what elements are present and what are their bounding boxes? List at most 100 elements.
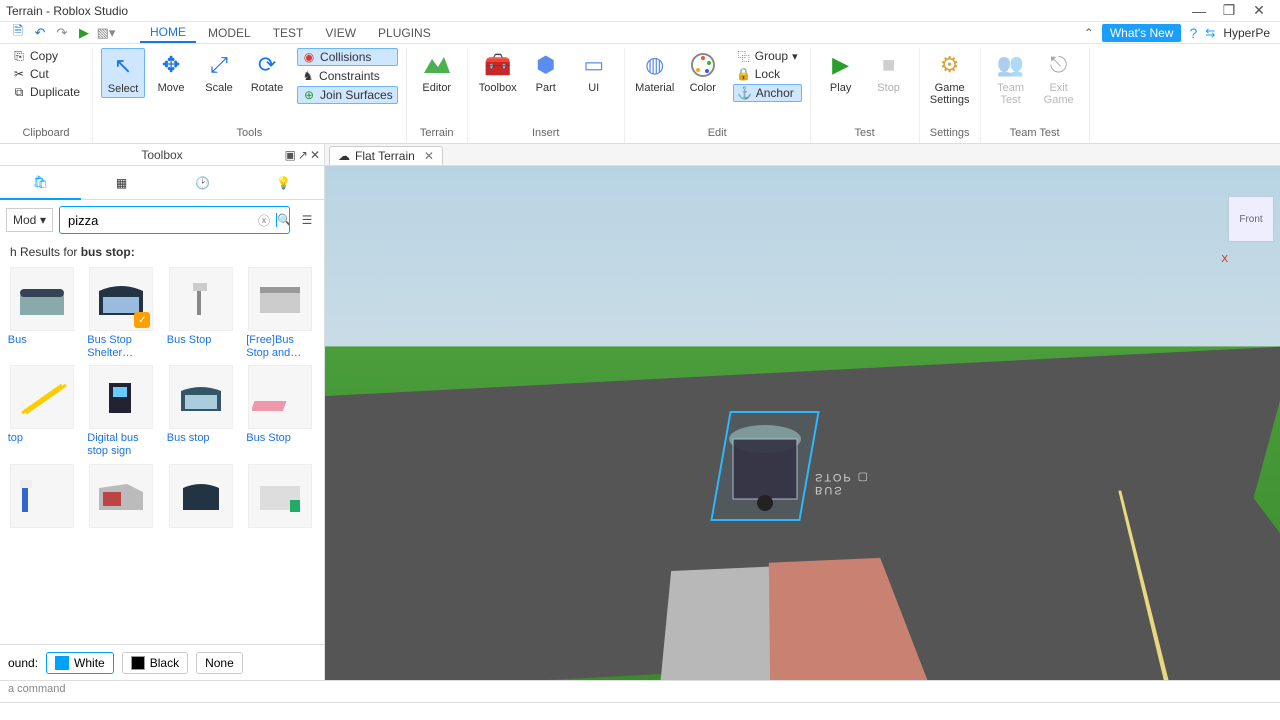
item-label: Digital bus stop sign [87,432,155,457]
play-icon[interactable]: ▶ [76,25,92,41]
group-icon: ⿻ [737,49,751,63]
command-bar[interactable]: a command [0,680,1280,702]
help-icon[interactable]: ? [1189,25,1197,41]
endorsed-badge-icon: ✓ [134,312,150,328]
group-edit: ◍Material Color ⿻Group ▾ 🔒Lock ⚓Anchor E… [625,48,811,143]
results-heading: h Results for bus stop: [0,240,324,263]
minimize-button[interactable]: — [1184,3,1214,19]
panel-title: Toolbox ▣ ↗ ✕ [0,144,324,166]
toolbox-item[interactable]: top [4,365,80,457]
part-dropdown-icon[interactable]: ▧▾ [98,25,114,41]
document-tab[interactable]: ☁ Flat Terrain ✕ [329,146,443,165]
cloud-icon: ☁ [338,149,350,163]
category-dropdown[interactable]: Models▾ [6,208,53,232]
stop-icon: ■ [874,50,904,80]
panel-dock-icon[interactable]: ▣ [285,148,296,162]
chevron-down-icon: ▾ [40,213,46,227]
part-button[interactable]: ⬢Part [524,48,568,96]
tab-model[interactable]: MODEL [198,24,261,42]
window-title: Terrain - Roblox Studio [6,4,128,18]
scale-button[interactable]: ⤢Scale [197,48,241,96]
tab-inventory[interactable]: ▦ [81,166,162,200]
bg-black[interactable]: Black [122,652,188,674]
toolbox-item[interactable]: Bus [4,267,80,359]
search-icon: 🔍 [277,213,290,227]
search-input[interactable] [60,213,252,228]
duplicate-button[interactable]: ⧉Duplicate [8,84,84,100]
toolbox-item[interactable] [4,464,80,531]
copy-button[interactable]: ⎘Copy [8,48,84,64]
search-button[interactable]: 🔍 [276,213,290,227]
material-button[interactable]: ◍Material [633,48,677,96]
terrain-editor-button[interactable]: Editor [415,48,459,96]
rotate-icon: ⟳ [252,50,282,80]
viewport-3d[interactable]: BUSSTOP ▢ Front X [325,166,1280,680]
toolbox-item[interactable]: Bus stop [163,365,239,457]
cursor-icon: ↖ [108,51,138,81]
bg-none[interactable]: None [196,652,243,674]
ui-button[interactable]: ▭UI [572,48,616,96]
group-tools: ↖Select ✥Move ⤢Scale ⟳Rotate ◉Collisions… [93,48,407,143]
close-tab-icon[interactable]: ✕ [424,149,434,163]
play-button[interactable]: ▶Play [819,48,863,96]
group-label: Clipboard [22,125,69,143]
whats-new-button[interactable]: What's New [1102,24,1182,42]
collapse-ribbon-icon[interactable]: ⌃ [1084,26,1094,40]
panel-close-icon[interactable]: ✕ [310,148,320,162]
collisions-toggle[interactable]: ◉Collisions [297,48,398,66]
title-bar: Terrain - Roblox Studio — ❐ ✕ [0,0,1280,22]
group-button[interactable]: ⿻Group ▾ [733,48,802,64]
item-label: Bus Stop [167,334,235,347]
tab-view[interactable]: VIEW [315,24,366,42]
search-row: Models▾ ⓧ 🔍 ☰ [0,200,324,240]
item-thumbnail [89,365,153,429]
ribbon: ⎘Copy ✂Cut ⧉Duplicate Clipboard ↖Select … [0,44,1280,144]
tab-creations[interactable]: 💡 [243,166,324,200]
tab-home[interactable]: HOME [140,23,196,43]
filter-button[interactable]: ☰ [296,206,318,234]
tab-plugins[interactable]: PLUGINS [368,24,441,42]
bg-white[interactable]: White [46,652,114,674]
toolbox-ribbon-icon: 🧰 [483,50,513,80]
share-icon[interactable]: ⇆ [1205,26,1215,40]
maximize-button[interactable]: ❐ [1214,2,1244,19]
redo-icon[interactable]: ↷ [54,25,70,41]
lock-button[interactable]: 🔒Lock [733,66,802,82]
content-area: Toolbox ▣ ↗ ✕ 🛍 ▦ 🕑 💡 Models▾ ⓧ 🔍 ☰ [0,144,1280,680]
constraints-toggle[interactable]: ♞Constraints [297,68,398,84]
rotate-button[interactable]: ⟳Rotate [245,48,289,96]
clear-search-icon[interactable]: ⓧ [252,212,276,229]
color-button[interactable]: Color [681,48,725,96]
view-cube[interactable]: Front [1228,196,1274,242]
toolbox-item[interactable]: [Free]Bus Stop and… [243,267,319,359]
tab-marketplace[interactable]: 🛍 [0,166,81,200]
grid-icon: ▦ [116,176,127,190]
item-thumbnail: ✓ [89,267,153,331]
tab-recent[interactable]: 🕑 [162,166,243,200]
copy-icon: ⎘ [12,49,26,63]
anchor-button[interactable]: ⚓Anchor [733,84,802,102]
toolbox-item[interactable] [84,464,160,531]
toolbox-item[interactable] [243,464,319,531]
move-button[interactable]: ✥Move [149,48,193,96]
select-button[interactable]: ↖Select [101,48,145,98]
terrain-icon [422,50,452,80]
join-surfaces-toggle[interactable]: ⊕Join Surfaces [297,86,398,104]
tab-test[interactable]: TEST [263,24,314,42]
toolbox-item[interactable]: Digital bus stop sign [84,365,160,457]
toolbox-item[interactable]: Bus Stop [163,267,239,359]
toolbox-item[interactable] [163,464,239,531]
game-settings-button[interactable]: ⚙Game Settings [928,48,972,108]
results-scroll[interactable]: Bus✓Bus Stop Shelter…Bus Stop[Free]Bus S… [0,263,324,644]
cut-button[interactable]: ✂Cut [8,66,84,82]
new-file-icon[interactable]: 🗎 [10,25,26,41]
undo-icon[interactable]: ↶ [32,25,48,41]
toolbox-button[interactable]: 🧰Toolbox [476,48,520,96]
close-button[interactable]: ✕ [1244,2,1274,19]
item-thumbnail [10,365,74,429]
panel-popout-icon[interactable]: ↗ [298,148,308,162]
user-label[interactable]: HyperPe [1223,26,1270,40]
toolbox-item[interactable]: ✓Bus Stop Shelter… [84,267,160,359]
toolbox-item[interactable]: Bus Stop [243,365,319,457]
status-bar [0,702,1280,720]
